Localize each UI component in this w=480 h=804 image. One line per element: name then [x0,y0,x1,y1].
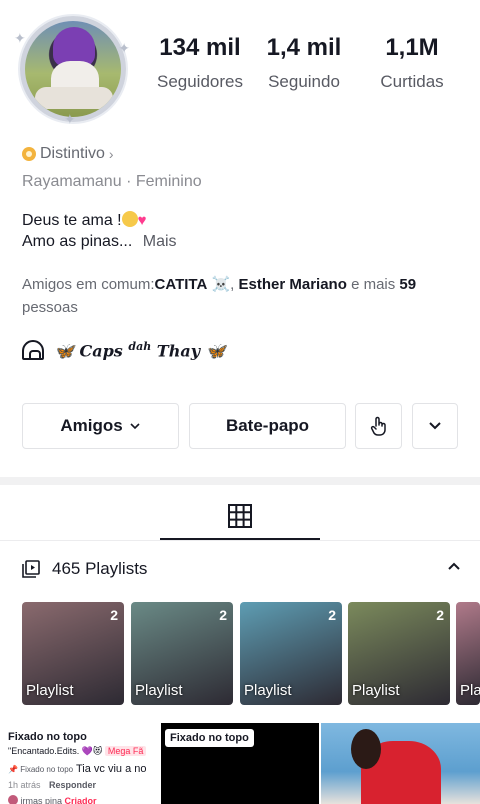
caps-title: 🦋 Caps dah Thay 🦋 [54,340,225,360]
caps-name: Thay [156,341,200,361]
playlists-count-label: 465 Playlists [52,558,148,578]
comment-body: 📌 Fixado no topo Tia vc viu a no [8,763,147,775]
badge-label: Distintivo [40,145,105,162]
gender: Feminino [135,173,202,190]
mutual-friends-suffix: pessoas [22,299,78,316]
playlist-video-count: 2 [328,607,336,623]
section-divider [0,477,480,485]
mutual-friends[interactable]: Amigos em comum:CATITA ☠️, Esther Marian… [22,273,462,319]
chat-button-label: Bate-papo [225,416,310,435]
video-thumb-2[interactable]: Fixado no topo [161,723,319,804]
badge-link[interactable]: Distintivo › [22,145,114,163]
grid-icon [228,504,252,528]
playlist-card[interactable]: 2 Playlist [240,602,342,705]
playlist-label: Playlist [26,682,74,699]
likes-count: 1,1M [385,34,439,61]
playlist-video-count: 2 [219,607,227,623]
playlist-card[interactable]: 2 Playlist [22,602,124,705]
playlist-label: Playlist [244,682,292,699]
following-count: 1,4 mil [266,34,342,61]
playlist-icon [22,559,40,578]
chevron-up-icon[interactable] [446,558,462,579]
avatar [8,795,18,804]
friends-button[interactable]: Amigos [22,403,179,449]
crying-face-emoji-icon [121,211,138,227]
creator-tag: Criador [64,796,97,804]
chat-button[interactable]: Bate-papo [189,403,346,449]
video-thumb-1[interactable]: Fixado no topo "Encantado.Edits. 💜😻 Mega… [0,723,159,804]
stat-following[interactable]: 1,4 mil Seguindo [258,34,350,92]
star-icon: ✦ [118,40,130,56]
playlist-card[interactable]: 2 Playlist [348,602,450,705]
pinned-label: Fixado no topo [8,731,87,743]
username: Rayamamanu [22,173,122,190]
mutual-friend-2: Esther Mariano [238,276,347,293]
playlist-label: Pla [460,682,480,699]
stat-followers[interactable]: 134 mil Seguidores [150,34,250,92]
tent-icon [22,340,44,361]
pin-text: 📌 Fixado no topo [8,765,74,774]
profile-stats: 134 mil Seguidores 1,4 mil Seguindo 1,1M… [150,34,470,104]
mega-fan-badge: Mega Fã [104,746,147,756]
profile-bio: Deus te ama ! ♥ Amo as pinas... Mais [22,210,177,252]
skull-emoji-icon: ☠️ [211,276,231,293]
caps-word: Caps [79,341,123,361]
playlist-card[interactable]: 2 Playlist [131,602,233,705]
chevron-down-icon [130,423,140,430]
caps-link[interactable]: 🦋 Caps dah Thay 🦋 [22,340,225,360]
bio-line-2: Amo as pinas... [22,233,133,250]
butterfly-icon: 🦋 [205,341,226,361]
video-subject-hair [351,729,381,769]
separator-dot: · [126,173,136,190]
profile-meta: Rayamamanu · Feminino [22,173,202,191]
mutual-friends-count: 59 [399,276,417,293]
hand-tap-icon [370,416,386,436]
playlist-label: Playlist [352,682,400,699]
playlists-header[interactable]: 465 Playlists [22,558,462,579]
comment-line: "Encantado.Edits. 💜😻 Mega Fã [8,746,147,757]
following-label: Seguindo [268,72,340,91]
caps-sup: dah [128,340,152,353]
bio-line-1: Deus te ama ! [22,212,122,229]
reply-link: Responder [49,780,97,790]
mutual-friend-1: CATITA [154,276,208,293]
pink-heart-emoji-icon: ♥ [137,212,147,229]
badge-icon [22,147,36,161]
tab-videos-grid[interactable] [160,494,320,540]
comment-next: irmas pina Criador [8,795,97,804]
video-thumb-3[interactable] [321,723,480,804]
comment-author: "Encantado.Edits. 💜😻 [8,746,103,756]
mutual-friends-and: e mais [351,276,396,293]
playlist-video-count: 2 [436,607,444,623]
likes-label: Curtidas [380,72,444,91]
followers-label: Seguidores [156,72,243,91]
stat-likes[interactable]: 1,1M Curtidas [366,34,458,92]
profile-avatar[interactable]: ✦ ✦ ✦ [14,10,132,128]
followers-count: 134 mil [159,34,241,61]
more-options-button[interactable] [412,403,458,449]
comment-text: Tia vc viu a no [75,763,147,775]
poke-button[interactable] [355,403,402,449]
pinned-label: Fixado no topo [165,729,254,747]
chevron-right-icon: › [108,146,114,162]
playlist-video-count: 2 [110,607,118,623]
bio-more-link[interactable]: Mais [143,233,177,250]
next-comment-author: irmas pina [20,796,63,804]
avatar-image [20,16,126,122]
star-icon: ✦ [64,111,76,127]
comment-meta: 1h atrás Responder [8,780,96,790]
butterfly-icon: 🦋 [54,341,74,361]
playlist-label: Playlist [135,682,183,699]
tab-underline [0,540,480,541]
mutual-friends-prefix: Amigos em comum: [22,276,155,293]
star-icon: ✦ [14,30,26,46]
comment-time: 1h atrás [8,780,41,790]
chevron-down-icon [429,422,441,430]
friends-button-label: Amigos [60,416,123,435]
playlist-card[interactable]: Pla [456,602,480,705]
